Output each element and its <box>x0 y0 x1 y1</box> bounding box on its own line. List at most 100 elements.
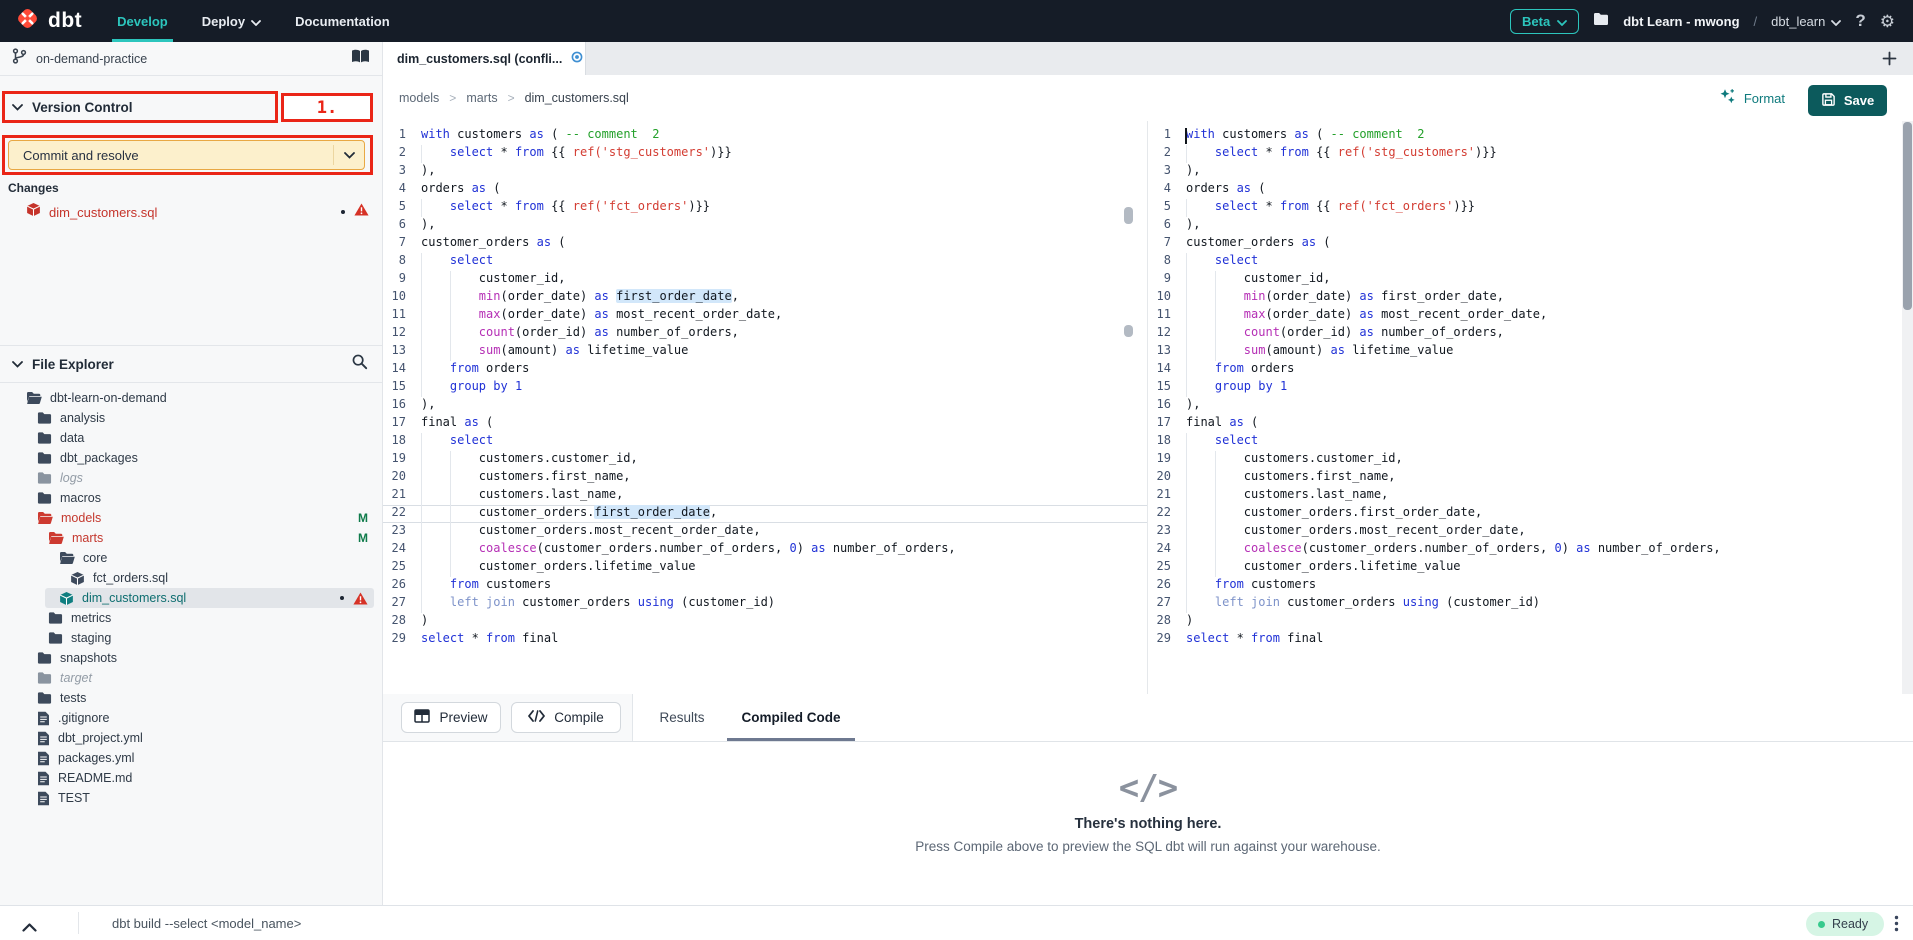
code-line-2[interactable]: 2 select * from {{ ref('stg_customers')}… <box>383 145 1147 163</box>
tree-item-dbt-learn-on-demand[interactable]: dbt-learn-on-demand <box>0 388 382 408</box>
version-control-header[interactable]: Version Control <box>12 98 133 116</box>
tree-item-logs[interactable]: logs <box>0 468 382 488</box>
file-explorer-header[interactable]: File Explorer <box>0 345 382 383</box>
tree-item-packages.yml[interactable]: packages.yml <box>0 748 382 768</box>
code-line-14[interactable]: 14 from orders <box>1148 361 1913 379</box>
code-line-3[interactable]: 3), <box>383 163 1147 181</box>
search-icon[interactable] <box>351 353 368 375</box>
code-line-15[interactable]: 15 group by 1 <box>383 379 1147 397</box>
code-line-29[interactable]: 29select * from final <box>1148 631 1913 649</box>
code-line-16[interactable]: 16), <box>383 397 1147 415</box>
code-line-23[interactable]: 23 customer_orders.most_recent_order_dat… <box>383 523 1147 541</box>
code-line-19[interactable]: 19 customers.customer_id, <box>1148 451 1913 469</box>
code-line-7[interactable]: 7customer_orders as ( <box>383 235 1147 253</box>
breadcrumb-item[interactable]: marts <box>466 91 497 105</box>
code-line-1[interactable]: 1with customers as ( -- comment 2 <box>383 127 1147 145</box>
code-line-21[interactable]: 21 customers.last_name, <box>1148 487 1913 505</box>
environment-selector[interactable]: dbt_learn <box>1771 14 1841 29</box>
tree-item-dbt_packages[interactable]: dbt_packages <box>0 448 382 468</box>
code-line-5[interactable]: 5 select * from {{ ref('fct_orders')}} <box>383 199 1147 217</box>
code-line-19[interactable]: 19 customers.customer_id, <box>383 451 1147 469</box>
tree-item-.gitignore[interactable]: .gitignore <box>0 708 382 728</box>
code-line-8[interactable]: 8 select <box>383 253 1147 271</box>
breadcrumb-item[interactable]: dim_customers.sql <box>525 91 629 105</box>
code-line-10[interactable]: 10 min(order_date) as first_order_date, <box>383 289 1147 307</box>
code-line-3[interactable]: 3), <box>1148 163 1913 181</box>
tree-item-core[interactable]: core <box>0 548 382 568</box>
save-button[interactable]: Save <box>1808 85 1887 116</box>
help-icon[interactable]: ? <box>1855 11 1865 31</box>
code-line-13[interactable]: 13 sum(amount) as lifetime_value <box>1148 343 1913 361</box>
code-line-29[interactable]: 29select * from final <box>383 631 1147 649</box>
tree-item-models[interactable]: modelsM <box>0 508 382 528</box>
tree-item-target[interactable]: target <box>0 668 382 688</box>
code-line-13[interactable]: 13 sum(amount) as lifetime_value <box>383 343 1147 361</box>
code-line-1[interactable]: 1with customers as ( -- comment 2 <box>1148 127 1913 145</box>
code-line-24[interactable]: 24 coalesce(customer_orders.number_of_or… <box>383 541 1147 559</box>
git-branch-selector[interactable]: on-demand-practice <box>0 42 382 76</box>
code-line-27[interactable]: 27 left join customer_orders using (cust… <box>1148 595 1913 613</box>
tree-item-marts[interactable]: martsM <box>0 528 382 548</box>
code-line-28[interactable]: 28) <box>383 613 1147 631</box>
code-line-9[interactable]: 9 customer_id, <box>1148 271 1913 289</box>
code-line-18[interactable]: 18 select <box>383 433 1147 451</box>
code-line-26[interactable]: 26 from customers <box>1148 577 1913 595</box>
compile-button[interactable]: Compile <box>511 702 621 733</box>
code-line-8[interactable]: 8 select <box>1148 253 1913 271</box>
code-line-20[interactable]: 20 customers.first_name, <box>1148 469 1913 487</box>
code-line-18[interactable]: 18 select <box>1148 433 1913 451</box>
code-line-11[interactable]: 11 max(order_date) as most_recent_order_… <box>383 307 1147 325</box>
code-line-22[interactable]: 22 customer_orders.first_order_date, <box>383 505 1147 523</box>
code-line-2[interactable]: 2 select * from {{ ref('stg_customers')}… <box>1148 145 1913 163</box>
nav-item-develop[interactable]: Develop <box>100 0 185 42</box>
tree-item-tests[interactable]: tests <box>0 688 382 708</box>
code-line-11[interactable]: 11 max(order_date) as most_recent_order_… <box>1148 307 1913 325</box>
chevron-up-icon[interactable] <box>22 919 37 937</box>
code-line-14[interactable]: 14 from orders <box>383 361 1147 379</box>
beta-button[interactable]: Beta <box>1510 9 1579 34</box>
tree-item-TEST[interactable]: TEST <box>0 788 382 808</box>
code-line-24[interactable]: 24 coalesce(customer_orders.number_of_or… <box>1148 541 1913 559</box>
code-line-17[interactable]: 17final as ( <box>383 415 1147 433</box>
code-line-12[interactable]: 12 count(order_id) as number_of_orders, <box>1148 325 1913 343</box>
code-editor-right-pane[interactable]: 1with customers as ( -- comment 22 selec… <box>1147 121 1913 694</box>
tree-item-staging[interactable]: staging <box>0 628 382 648</box>
kebab-menu-icon[interactable] <box>1894 915 1899 937</box>
tree-item-metrics[interactable]: metrics <box>0 608 382 628</box>
tab-results[interactable]: Results <box>647 694 717 741</box>
code-line-26[interactable]: 26 from customers <box>383 577 1147 595</box>
gear-icon[interactable]: ⚙ <box>1880 13 1895 30</box>
format-button[interactable]: Format <box>1719 88 1785 108</box>
tree-item-fct_orders.sql[interactable]: fct_orders.sql <box>0 568 382 588</box>
code-line-21[interactable]: 21 customers.last_name, <box>383 487 1147 505</box>
new-tab-plus-icon[interactable] <box>1882 51 1897 71</box>
editor-tab[interactable]: dim_customers.sql (confli... <box>383 42 586 75</box>
tree-item-data[interactable]: data <box>0 428 382 448</box>
code-editor-left-pane[interactable]: 1with customers as ( -- comment 22 selec… <box>383 121 1147 694</box>
tree-item-README.md[interactable]: README.md <box>0 768 382 788</box>
scrollbar-marker[interactable] <box>1124 207 1133 224</box>
code-line-4[interactable]: 4orders as ( <box>1148 181 1913 199</box>
tree-item-dim_customers.sql[interactable]: dim_customers.sql <box>0 588 382 608</box>
code-line-6[interactable]: 6), <box>383 217 1147 235</box>
code-line-25[interactable]: 25 customer_orders.lifetime_value <box>1148 559 1913 577</box>
code-line-7[interactable]: 7customer_orders as ( <box>1148 235 1913 253</box>
code-line-6[interactable]: 6), <box>1148 217 1913 235</box>
project-name[interactable]: dbt Learn - mwong <box>1623 14 1739 29</box>
docs-book-icon[interactable] <box>351 49 370 69</box>
code-line-25[interactable]: 25 customer_orders.lifetime_value <box>383 559 1147 577</box>
tree-item-analysis[interactable]: analysis <box>0 408 382 428</box>
dbt-logo[interactable]: dbt <box>0 5 100 37</box>
code-line-23[interactable]: 23 customer_orders.most_recent_order_dat… <box>1148 523 1913 541</box>
nav-item-deploy[interactable]: Deploy <box>185 0 278 42</box>
code-line-10[interactable]: 10 min(order_date) as first_order_date, <box>1148 289 1913 307</box>
code-line-20[interactable]: 20 customers.first_name, <box>383 469 1147 487</box>
code-line-9[interactable]: 9 customer_id, <box>383 271 1147 289</box>
tree-item-dbt_project.yml[interactable]: dbt_project.yml <box>0 728 382 748</box>
code-line-17[interactable]: 17final as ( <box>1148 415 1913 433</box>
command-input[interactable]: dbt build --select <model_name> <box>112 916 301 931</box>
tree-item-snapshots[interactable]: snapshots <box>0 648 382 668</box>
tree-item-macros[interactable]: macros <box>0 488 382 508</box>
preview-button[interactable]: Preview <box>401 702 501 733</box>
commit-and-resolve-button[interactable]: Commit and resolve <box>8 140 365 170</box>
